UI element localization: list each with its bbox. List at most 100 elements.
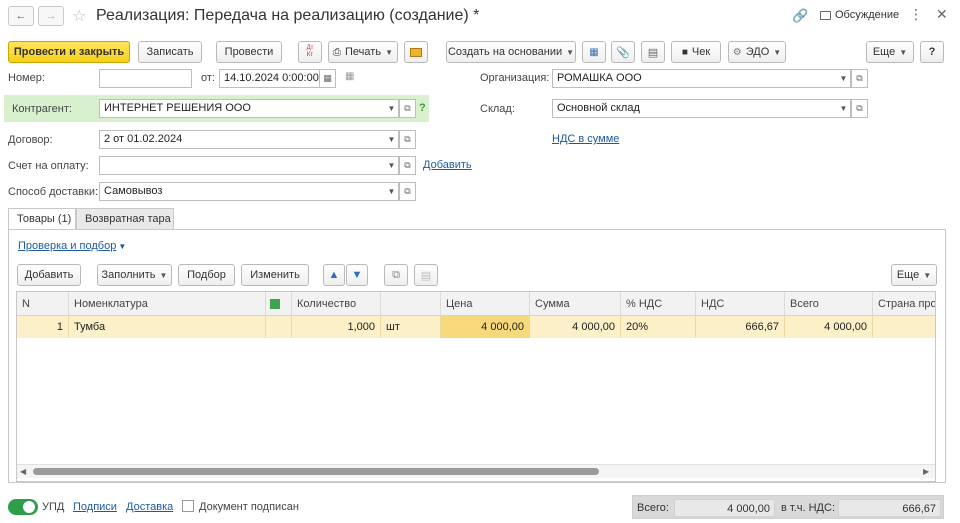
move-down-button[interactable]: ▼ [346,264,368,286]
column-header[interactable]: Цена [441,292,530,316]
number-field[interactable] [99,69,192,88]
discussion-button[interactable]: Обсуждение [820,9,899,21]
column-header[interactable]: Количество [292,292,381,316]
move-up-button[interactable]: ▲ [323,264,345,286]
goods-table[interactable]: N Номенклатура Количество Цена Сумма % Н… [16,291,936,482]
delivery-method-dropdown[interactable]: ▼ [385,182,399,201]
link-icon[interactable]: 🔗 [792,8,808,24]
pick-button[interactable]: Подбор [178,264,235,286]
column-header[interactable]: N [17,292,69,316]
price-cell[interactable]: 4 000,00 [441,316,530,338]
invoice-dropdown[interactable]: ▼ [385,156,399,175]
open-icon: ⧉ [404,186,411,196]
tab-goods[interactable]: Товары (1) [8,208,76,230]
upd-toggle[interactable] [8,499,38,515]
paste-rows-button[interactable]: ▤ [414,264,438,286]
chevron-down-icon: ▼ [923,270,932,280]
nomenclature-cell[interactable]: Тумба [69,316,266,338]
delivery-link[interactable]: Доставка [126,501,173,513]
horizontal-scrollbar[interactable]: ◀ ▶ [17,464,935,478]
delivery-method-open-button[interactable]: ⧉ [399,182,416,201]
help-hint-icon[interactable]: ? [419,102,426,114]
invoice-label: Счет на оплату: [8,160,89,172]
warehouse-dropdown[interactable]: ▼ [837,99,851,118]
check-and-pick-menu[interactable]: Проверка и подбор ▼ [18,240,126,252]
contract-open-button[interactable]: ⧉ [399,130,416,149]
back-button[interactable]: ← [8,6,34,26]
save-button[interactable]: Записать [138,41,202,63]
invoice-field[interactable] [99,156,386,175]
vat-in-sum-link[interactable]: НДС в сумме [552,133,619,145]
calendar-button[interactable]: ▦ [319,69,336,88]
report-button[interactable]: ▤ [641,41,665,63]
table-row[interactable]: 1 Тумба 1,000 шт 4 000,00 4 000,00 20% 6… [17,316,935,338]
edo-button[interactable]: ⚙ ЭДО ▼ [728,41,786,63]
column-header[interactable] [381,292,441,316]
forward-button[interactable]: → [38,6,64,26]
invoice-add-link[interactable]: Добавить [423,159,472,171]
vat-cell[interactable]: 666,67 [696,316,785,338]
email-button[interactable] [404,41,428,63]
column-header[interactable]: Всего [785,292,873,316]
column-header[interactable]: Страна про [873,292,935,316]
close-icon[interactable]: ✕ [936,6,948,23]
organization-dropdown[interactable]: ▼ [837,69,851,88]
more-button[interactable]: Еще ▼ [866,41,914,63]
copy-icon: ⧉ [392,268,400,281]
organization-field[interactable]: РОМАШКА ООО [552,69,838,88]
country-cell[interactable] [873,316,935,338]
arrow-up-icon: ▲ [328,269,340,281]
copy-rows-button[interactable]: ⧉ [384,264,408,286]
scroll-right-icon[interactable]: ▶ [923,467,929,476]
fill-button[interactable]: Заполнить ▼ [97,264,172,286]
contract-field[interactable]: 2 от 01.02.2024 [99,130,386,149]
post-and-close-button[interactable]: Провести и закрыть [8,41,130,63]
scroll-left-icon[interactable]: ◀ [20,467,26,476]
help-button[interactable]: ? [920,41,944,63]
signatures-link[interactable]: Подписи [73,501,117,513]
column-header[interactable]: Номенклатура [69,292,266,316]
print-button[interactable]: ⎙ Печать ▼ [328,41,398,63]
create-based-on-button[interactable]: Создать на основании ▼ [446,41,576,63]
tab-returnable-packaging[interactable]: Возвратная тара [76,208,174,230]
total-cell[interactable]: 4 000,00 [785,316,873,338]
sum-cell[interactable]: 4 000,00 [530,316,621,338]
add-row-button[interactable]: Добавить [17,264,81,286]
receipt-button[interactable]: ■ Чек [671,41,721,63]
unit-cell[interactable]: шт [381,316,441,338]
counterparty-field[interactable]: ИНТЕРНЕТ РЕШЕНИЯ ООО [99,99,386,118]
structure-button[interactable]: ▦ [582,41,606,63]
column-header[interactable] [266,292,292,316]
more-vertical-icon[interactable]: ⋮ [909,6,923,23]
contract-dropdown[interactable]: ▼ [385,130,399,149]
post-button[interactable]: Провести [216,41,282,63]
page-title: Реализация: Передача на реализацию (созд… [96,7,480,24]
favorite-star-icon[interactable]: ☆ [72,6,86,26]
scrollbar-thumb[interactable] [33,468,599,475]
history-icon[interactable]: ▦ [345,71,354,82]
change-button[interactable]: Изменить [241,264,309,286]
marking-cell[interactable] [266,316,292,338]
organization-open-button[interactable]: ⧉ [851,69,868,88]
warehouse-field[interactable]: Основной склад [552,99,838,118]
vat-rate-cell[interactable]: 20% [621,316,696,338]
date-field[interactable]: 14.10.2024 0:00:00 [219,69,320,88]
attach-button[interactable]: 📎 [611,41,635,63]
invoice-open-button[interactable]: ⧉ [399,156,416,175]
column-header[interactable]: Сумма [530,292,621,316]
counterparty-dropdown[interactable]: ▼ [385,99,399,118]
column-header[interactable]: % НДС [621,292,696,316]
total-value: 4 000,00 [674,499,775,517]
quantity-cell[interactable]: 1,000 [292,316,381,338]
chevron-down-icon: ▼ [899,47,908,57]
total-label: Всего: [637,502,669,514]
document-signed-checkbox[interactable] [182,500,194,512]
column-header[interactable]: НДС [696,292,785,316]
receipt-label: Чек [691,46,711,58]
dt-kt-button[interactable]: Дт Кт [298,41,322,63]
counterparty-open-button[interactable]: ⧉ [399,99,416,118]
warehouse-open-button[interactable]: ⧉ [851,99,868,118]
goods-more-button[interactable]: Еще ▼ [891,264,937,286]
dt-kt-icon: Дт Кт [306,45,314,58]
delivery-method-field[interactable]: Самовывоз [99,182,386,201]
